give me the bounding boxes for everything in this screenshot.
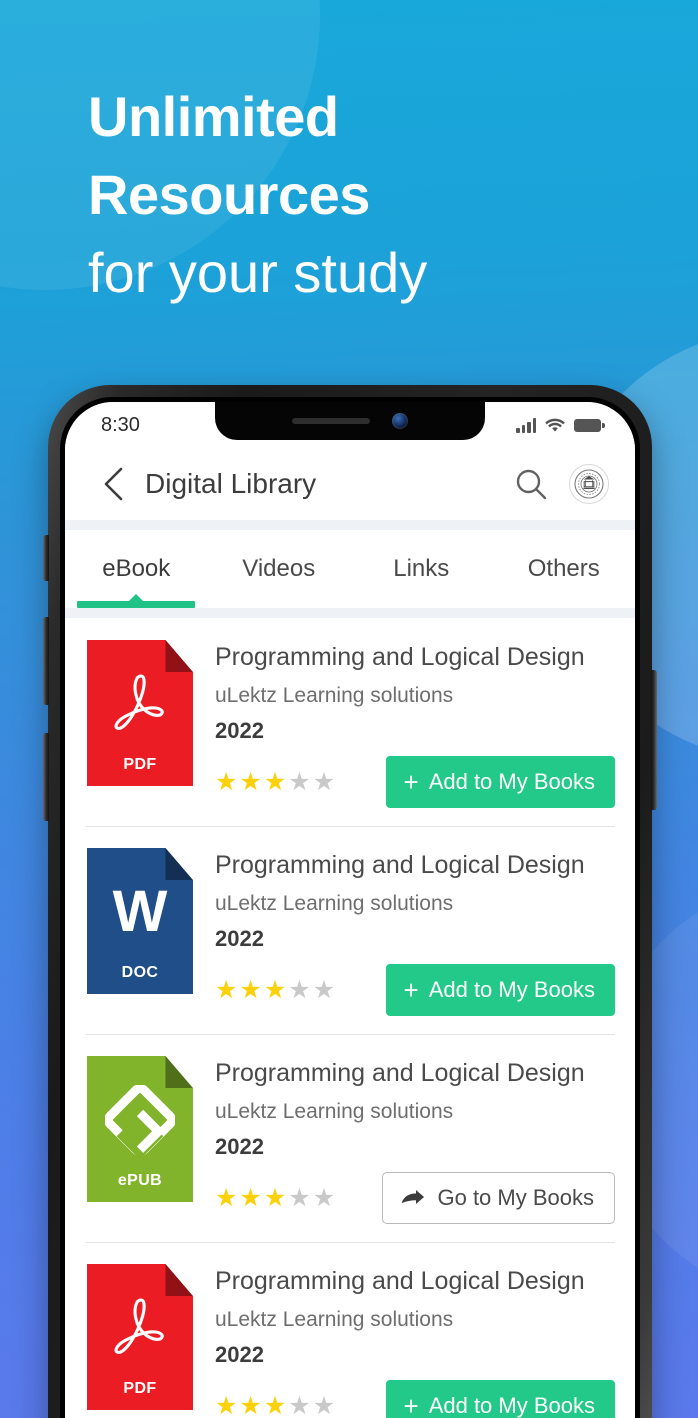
button-label: Add to My Books	[428, 977, 595, 1002]
phone-screen: 8:30 Digital Library eBook Videos Links …	[65, 402, 635, 1418]
resource-year: 2022	[215, 926, 264, 951]
epub-e-glyph-icon	[87, 1076, 193, 1164]
front-camera-icon	[392, 413, 408, 429]
resource-footer: ★ ★ ★ ★ ★ + Add to My Books	[215, 756, 615, 808]
resource-publisher: uLektz Learning solutions	[215, 892, 454, 915]
file-type-label: DOC	[121, 964, 159, 981]
rating-stars: ★ ★ ★ ★ ★	[215, 767, 336, 796]
phone-bezel: 8:30 Digital Library eBook Videos Links …	[60, 397, 640, 1418]
file-type-label: PDF	[123, 1380, 157, 1397]
table-row[interactable]: PDF Programming and Logical Design uLekt…	[65, 1242, 635, 1418]
resource-publisher: uLektz Learning solutions	[215, 1308, 454, 1331]
phone-mockup: 8:30 Digital Library eBook Videos Links …	[43, 385, 657, 1418]
resource-list: PDF Programming and Logical Design uLekt…	[65, 618, 635, 1418]
button-label: Add to My Books	[428, 1393, 595, 1418]
promo-headline-line3: for your study	[88, 241, 428, 304]
battery-icon	[574, 418, 605, 432]
tab-active-underline	[77, 601, 196, 608]
epub-file-icon: ePUB	[87, 1056, 193, 1202]
resource-title: Programming and Logical Design	[215, 1059, 585, 1087]
status-bar-icons	[516, 417, 605, 433]
rating-stars: ★ ★ ★ ★ ★	[215, 975, 336, 1004]
status-bar-time: 8:30	[101, 413, 140, 436]
button-label: Add to My Books	[428, 769, 595, 794]
tab-others[interactable]: Others	[493, 530, 636, 608]
file-type-label: ePUB	[117, 1172, 163, 1189]
phone-power-button[interactable]	[651, 670, 657, 810]
avatar[interactable]	[569, 464, 609, 504]
button-label: Go to My Books	[437, 1185, 594, 1210]
tab-label: Videos	[242, 555, 316, 582]
header-divider	[65, 520, 635, 530]
word-w-glyph-icon: W	[87, 868, 193, 956]
phone-volume-down-button[interactable]	[43, 733, 49, 821]
add-to-my-books-button[interactable]: + Add to My Books	[385, 964, 615, 1016]
table-row[interactable]: PDF Programming and Logical Design uLekt…	[65, 618, 635, 826]
resource-title: Programming and Logical Design	[215, 1267, 585, 1295]
add-to-my-books-button[interactable]: + Add to My Books	[385, 756, 615, 808]
resource-footer: ★ ★ ★ ★ ★ Go to My Books	[215, 1172, 615, 1224]
acrobat-glyph-icon	[87, 660, 193, 748]
institution-seal-icon	[574, 469, 604, 499]
plus-icon: +	[403, 767, 419, 797]
phone-notch	[215, 402, 485, 440]
resource-details: Programming and Logical Design uLektz Le…	[193, 848, 615, 1016]
chevron-left-icon	[104, 467, 123, 501]
cellular-signal-icon	[516, 417, 536, 433]
page-title: Digital Library	[145, 468, 317, 499]
promo-headline: Unlimited Resources for your study	[88, 78, 648, 312]
resource-footer: ★ ★ ★ ★ ★ + Add to My Books	[215, 1380, 615, 1418]
resource-title: Programming and Logical Design	[215, 851, 585, 879]
promo-screenshot: Unlimited Resources for your study 8:30	[0, 0, 698, 1418]
resource-details: Programming and Logical Design uLektz Le…	[193, 1264, 615, 1418]
rating-stars: ★ ★ ★ ★ ★	[215, 1183, 336, 1212]
plus-icon: +	[403, 975, 419, 1005]
resource-year: 2022	[215, 1134, 264, 1159]
svg-text:W: W	[113, 881, 168, 943]
acrobat-glyph-icon	[87, 1284, 193, 1372]
tab-ebook[interactable]: eBook	[65, 530, 208, 608]
arrow-forward-icon	[402, 1190, 425, 1204]
category-tabs: eBook Videos Links Others	[65, 530, 635, 608]
resource-publisher: uLektz Learning solutions	[215, 1100, 454, 1123]
phone-volume-up-button[interactable]	[43, 617, 49, 705]
word-doc-file-icon: W DOC	[87, 848, 193, 994]
back-button[interactable]	[93, 464, 133, 504]
resource-details: Programming and Logical Design uLektz Le…	[193, 1056, 615, 1224]
wifi-icon	[545, 418, 565, 432]
plus-icon: +	[403, 1391, 419, 1418]
table-row[interactable]: ePUB Programming and Logical Design uLek…	[65, 1034, 635, 1242]
table-row[interactable]: W DOC Programming and Logical Design uLe…	[65, 826, 635, 1034]
resource-publisher: uLektz Learning solutions	[215, 684, 454, 707]
go-to-my-books-button[interactable]: Go to My Books	[382, 1172, 615, 1224]
pdf-file-icon: PDF	[87, 1264, 193, 1410]
tab-videos[interactable]: Videos	[208, 530, 351, 608]
resource-year: 2022	[215, 718, 264, 743]
tab-label: eBook	[102, 555, 171, 582]
search-icon	[516, 469, 547, 500]
resource-footer: ★ ★ ★ ★ ★ + Add to My Books	[215, 964, 615, 1016]
rating-stars: ★ ★ ★ ★ ★	[215, 1391, 336, 1418]
add-to-my-books-button[interactable]: + Add to My Books	[385, 1380, 615, 1418]
resource-title: Programming and Logical Design	[215, 643, 585, 671]
pdf-file-icon: PDF	[87, 640, 193, 786]
tab-active-caret	[129, 594, 144, 601]
tabs-divider	[65, 608, 635, 618]
file-type-label: PDF	[123, 756, 157, 773]
resource-year: 2022	[215, 1342, 264, 1367]
tab-links[interactable]: Links	[350, 530, 493, 608]
tab-label: Others	[527, 555, 600, 582]
search-button[interactable]	[509, 462, 553, 506]
app-header: Digital Library	[65, 448, 635, 520]
promo-headline-line1: Unlimited	[88, 85, 339, 148]
tab-label: Links	[393, 555, 450, 582]
phone-mute-switch[interactable]	[43, 535, 49, 581]
promo-headline-line2: Resources	[88, 163, 370, 226]
resource-details: Programming and Logical Design uLektz Le…	[193, 640, 615, 808]
earpiece-speaker-icon	[292, 418, 370, 424]
